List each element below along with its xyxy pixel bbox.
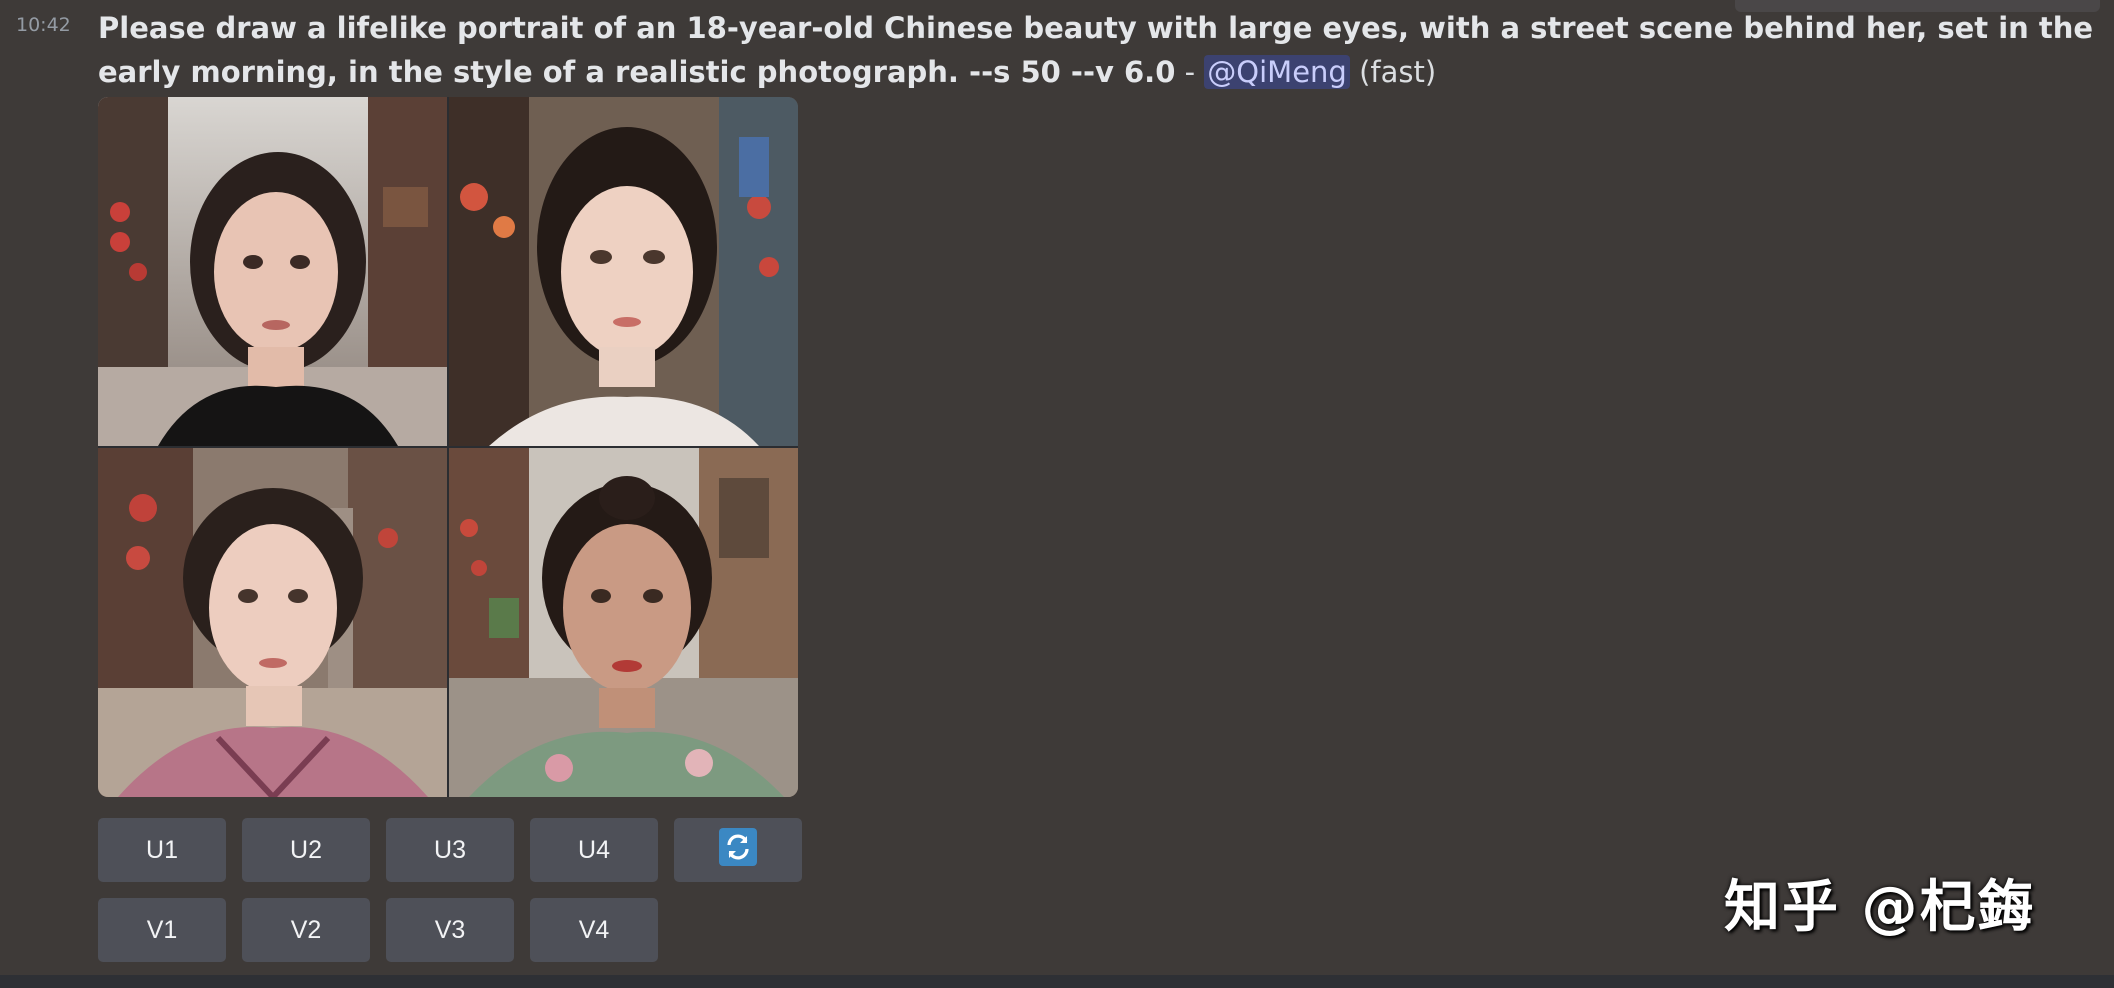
footer-divider [0, 975, 2114, 988]
message-timestamp: 10:42 [16, 14, 71, 36]
generated-image-4[interactable] [449, 448, 798, 797]
message-content: Please draw a lifelike portrait of an 18… [98, 6, 2098, 94]
generated-image-3[interactable] [98, 448, 447, 797]
chat-message: 10:42 Please draw a lifelike portrait of… [0, 0, 2114, 975]
reroll-button[interactable] [674, 818, 802, 882]
upscale-button-u2[interactable]: U2 [242, 818, 370, 882]
variation-button-v1[interactable]: V1 [98, 898, 226, 962]
image-grid[interactable] [98, 97, 798, 797]
refresh-icon [719, 827, 757, 873]
separator: - [1184, 55, 1196, 89]
watermark: 知乎 @杞鋂 [1724, 875, 2036, 940]
upscale-button-u1[interactable]: U1 [98, 818, 226, 882]
variation-button-v2[interactable]: V2 [242, 898, 370, 962]
upscale-button-u3[interactable]: U3 [386, 818, 514, 882]
prompt-text: Please draw a lifelike portrait of an 18… [98, 11, 2094, 89]
generated-image-2[interactable] [449, 97, 798, 446]
user-mention[interactable]: @QiMeng [1204, 55, 1350, 89]
speed-label: (fast) [1359, 55, 1437, 89]
generated-image-1[interactable] [98, 97, 447, 446]
variation-button-v4[interactable]: V4 [530, 898, 658, 962]
variation-button-v3[interactable]: V3 [386, 898, 514, 962]
upscale-button-u4[interactable]: U4 [530, 818, 658, 882]
